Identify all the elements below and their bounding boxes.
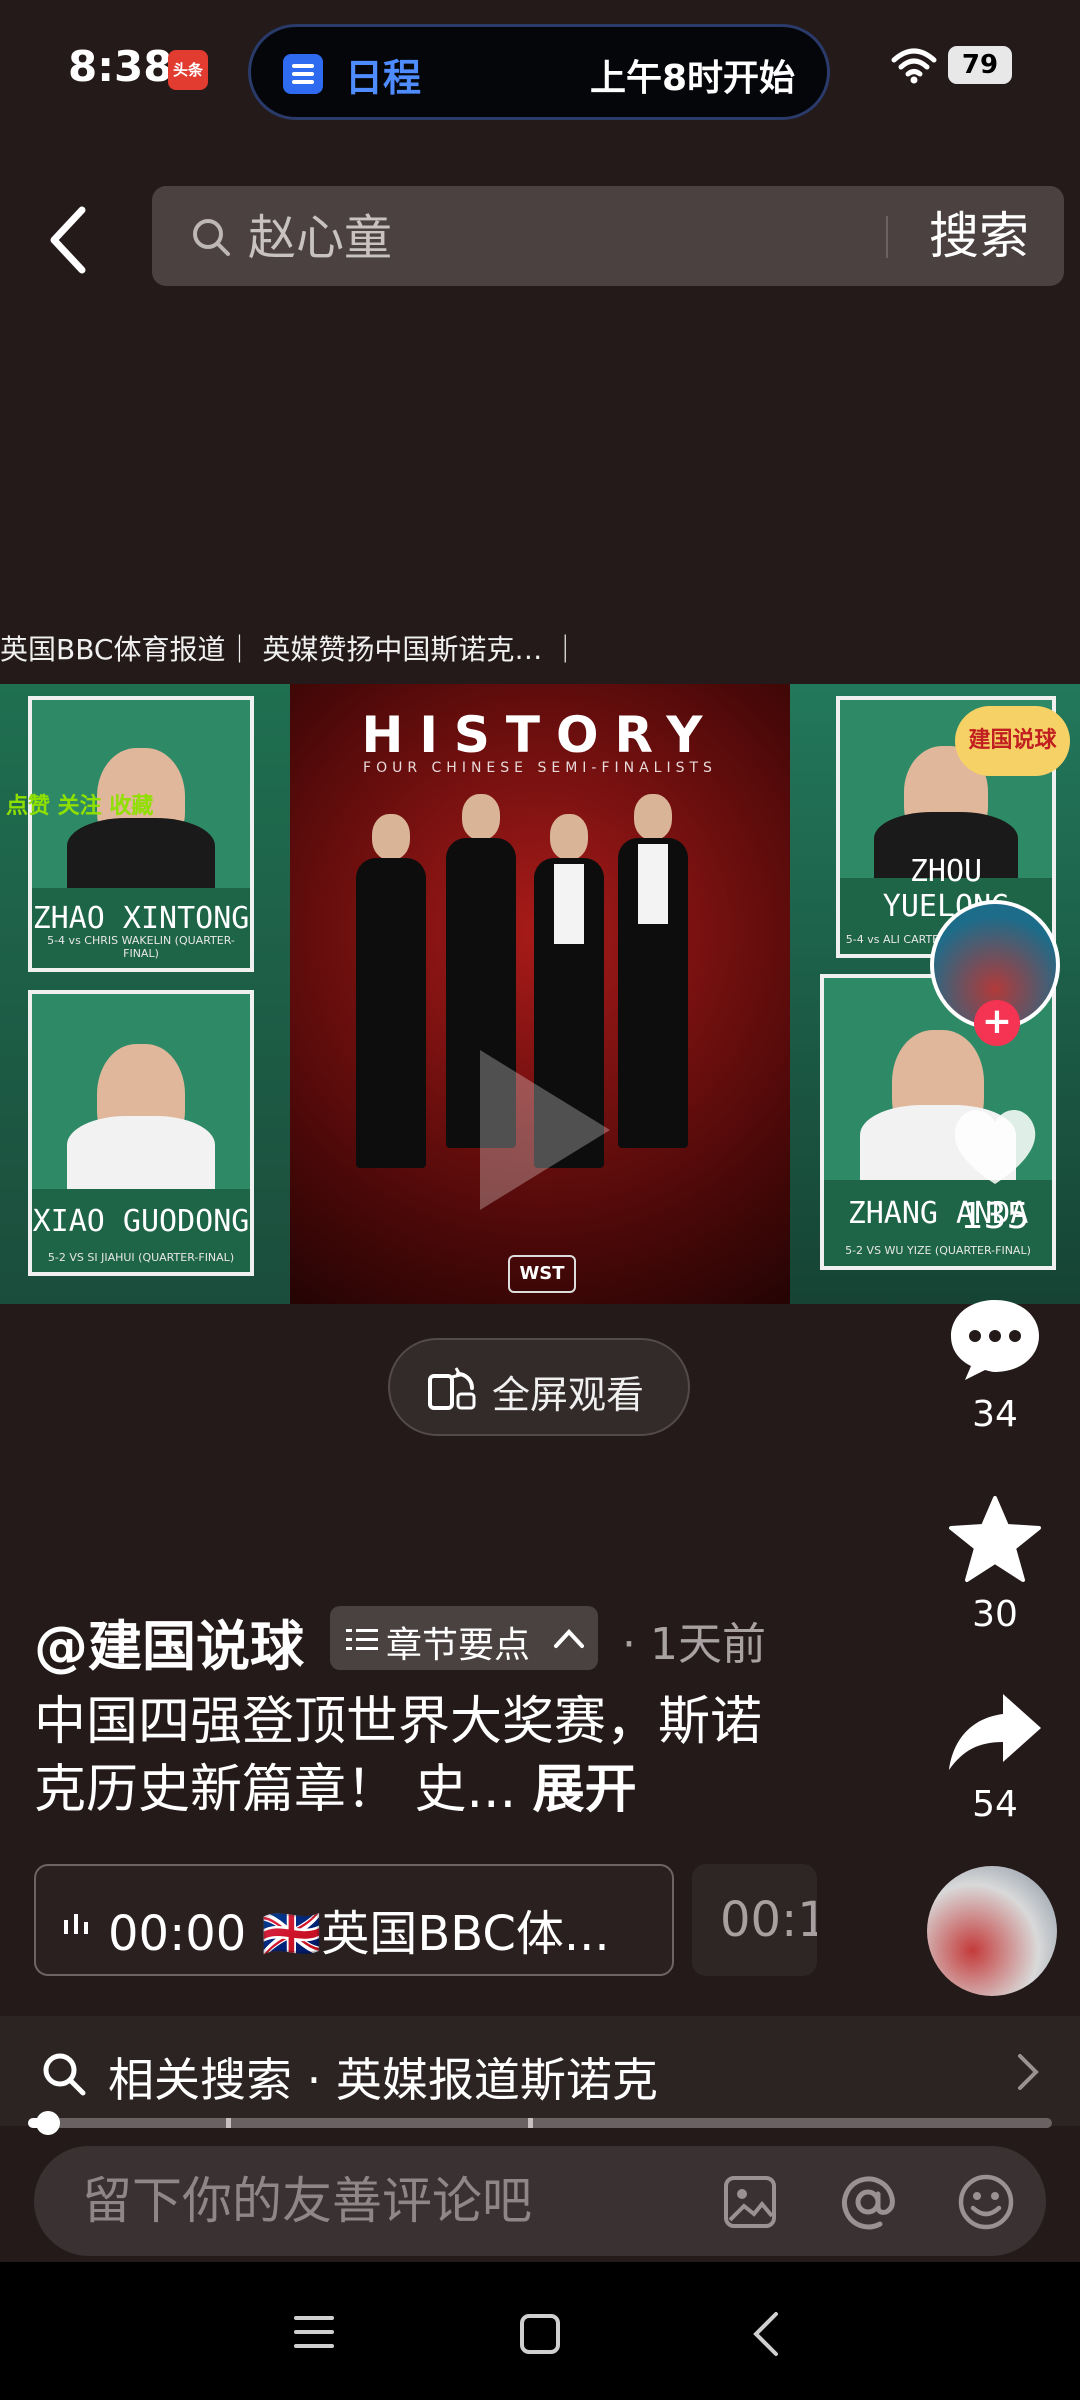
audio-bars-icon — [64, 1914, 88, 1934]
battery-indicator: 79 — [948, 46, 1012, 84]
player-name: XIAO GUODONG — [32, 1203, 250, 1239]
calendar-icon — [283, 54, 323, 94]
fullscreen-label: 全屏观看 — [492, 1373, 645, 1417]
search-divider — [886, 216, 888, 258]
comment-bar — [34, 2146, 1046, 2256]
post-description[interactable]: 中国四强登顶世界大奖赛，斯诺克历史新篇章！ 史... 展开 — [34, 1688, 794, 1824]
poster-player-4 — [612, 794, 692, 1224]
player-result: 5-4 vs CHRIS WAKELIN (QUARTER-FINAL) — [47, 933, 235, 960]
music-disc-avatar[interactable] — [927, 1866, 1057, 1996]
video-progress-track[interactable] — [28, 2118, 1052, 2128]
video-left-panel: ZHAO XINTONG 5-4 vs CHRIS WAKELIN (QUART… — [0, 684, 290, 1304]
player-name: ZHAO XINTONG — [32, 900, 250, 936]
wifi-icon — [891, 48, 937, 84]
toutiao-app-icon: 头条 — [168, 50, 208, 90]
chapter-text: 00:00 🇬🇧英国BBC体... — [108, 1894, 610, 1964]
system-navigation-bar — [0, 2262, 1080, 2400]
mention-at-icon[interactable] — [838, 2174, 898, 2230]
expand-link[interactable]: 展开 — [533, 1760, 637, 1820]
chevron-up-icon — [554, 1629, 584, 1648]
chapter-marker — [226, 2118, 231, 2128]
fullscreen-button[interactable]: 全屏观看 — [388, 1338, 690, 1436]
chapter-time: 00:12 — [720, 1892, 817, 1948]
comment-count: 34 — [972, 1394, 1018, 1435]
like-heart-icon[interactable] — [945, 1100, 1045, 1190]
poster-subtitle: FOUR CHINESE SEMI-FINALISTS — [363, 760, 717, 776]
related-search-bar[interactable]: 相关搜索 · 英媒报道斯诺克 — [0, 2016, 1080, 2126]
video-title-marquee: 英国BBC体育报道｜ 英媒赞扬中国斯诺克… ｜ — [0, 633, 580, 666]
overlay-tag-right: 建国说球 — [955, 706, 1070, 776]
home-icon[interactable] — [518, 2312, 562, 2356]
follow-plus-button[interactable]: + — [974, 1000, 1020, 1046]
search-icon — [43, 2053, 86, 2096]
chapter-marker — [528, 2118, 533, 2128]
chapter-time: 00:00 — [108, 1906, 247, 1962]
chapter-item[interactable]: 00:12 — [692, 1864, 817, 1976]
chapter-highlights-chip[interactable]: 章节要点 — [330, 1606, 598, 1670]
chapter-item[interactable]: 00:00 🇬🇧英国BBC体... — [34, 1864, 674, 1976]
player-card-xiao: XIAO GUODONG 5-2 VS SI JIAHUI (QUARTER-F… — [28, 990, 254, 1276]
like-count: 135 — [960, 1196, 1030, 1237]
dynamic-island-schedule[interactable]: 日程 上午8时开始 — [248, 24, 830, 120]
emoji-icon[interactable] — [956, 2172, 1016, 2232]
search-bar: 搜索 — [152, 186, 1064, 286]
share-count: 54 — [972, 1784, 1018, 1825]
play-icon[interactable] — [460, 1040, 620, 1220]
island-title: 日程 — [345, 56, 422, 100]
share-arrow-icon[interactable] — [945, 1688, 1045, 1778]
author-name[interactable]: @建国说球 — [34, 1602, 304, 1681]
back-arrow-icon[interactable] — [40, 200, 100, 280]
chevron-right-icon — [1018, 2054, 1039, 2090]
island-info: 上午8时开始 — [589, 58, 795, 99]
status-time: 8:38 — [68, 42, 173, 91]
related-search-text: 相关搜索 · 英媒报道斯诺克 — [108, 2053, 658, 2107]
image-icon[interactable] — [722, 2174, 778, 2230]
favorite-count: 30 — [972, 1594, 1018, 1635]
menu-icon[interactable] — [292, 2312, 336, 2352]
video-progress-handle[interactable] — [36, 2111, 61, 2135]
player-result: 5-2 VS SI JIAHUI (QUARTER-FINAL) — [47, 1250, 235, 1264]
player-card-zhao: ZHAO XINTONG 5-4 vs CHRIS WAKELIN (QUART… — [28, 696, 254, 972]
nav-back-icon[interactable] — [748, 2310, 784, 2358]
comment-icon[interactable] — [945, 1294, 1045, 1384]
wst-logo: WST — [508, 1255, 576, 1293]
search-button[interactable]: 搜索 — [894, 186, 1064, 286]
player-result: 5-2 VS WU YIZE (QUARTER-FINAL) — [845, 1244, 1031, 1258]
fullscreen-rotate-icon — [428, 1367, 476, 1410]
poster-title: HISTORY — [361, 706, 719, 764]
post-time: · 1天前 — [622, 1619, 766, 1670]
favorite-star-icon[interactable] — [945, 1494, 1045, 1584]
overlay-tag-left: 点赞 关注 收藏 — [6, 794, 154, 819]
search-icon — [193, 219, 230, 256]
list-icon — [346, 1629, 378, 1650]
description-text: 中国四强登顶世界大奖赛，斯诺克历史新篇章！ 史... — [34, 1692, 763, 1820]
comment-input[interactable] — [80, 2170, 724, 2232]
chapter-chip-label: 章节要点 — [386, 1625, 531, 1666]
poster-player-1 — [350, 814, 430, 1244]
chapter-title: 🇬🇧英国BBC体... — [261, 1906, 610, 1962]
